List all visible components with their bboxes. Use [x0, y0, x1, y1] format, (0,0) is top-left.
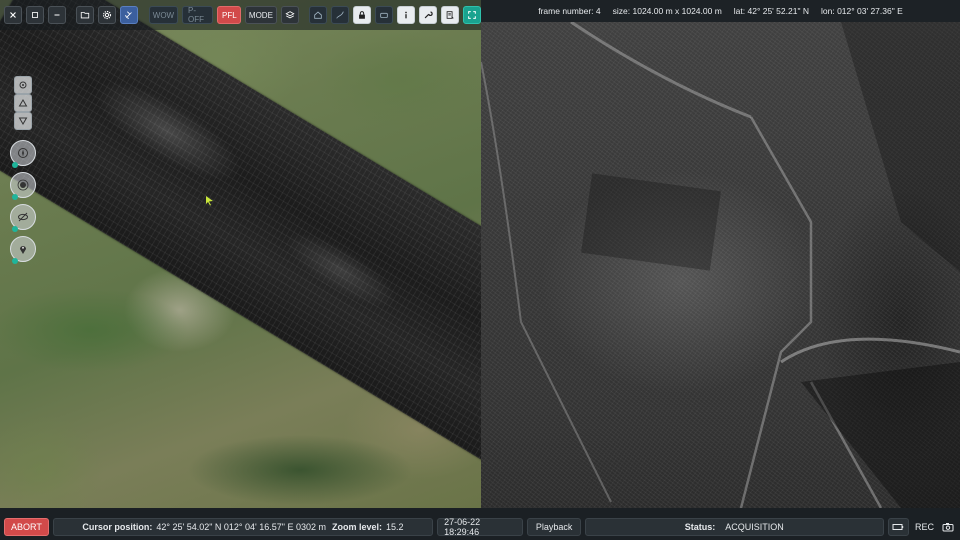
zoom-level-label: Zoom level:: [332, 522, 383, 532]
map-pin-icon: [20, 246, 26, 254]
sar-frame-info: frame number: 4 size: 1024.00 m x 1024.0…: [481, 0, 960, 22]
zoom-extent-button[interactable]: [14, 76, 32, 94]
layers-button[interactable]: [280, 6, 299, 24]
size-label: size:: [612, 6, 631, 16]
snapshot-button[interactable]: [940, 518, 956, 536]
location-target-icon: [17, 179, 29, 191]
center-status-dot: [12, 194, 18, 200]
info-icon: [405, 11, 407, 19]
triangle-up-icon: [18, 99, 28, 107]
zoom-level-value: 15.2: [386, 522, 404, 532]
fullscreen-icon: [468, 11, 476, 19]
overlay-status-dot: [12, 226, 18, 232]
route-icon: [336, 11, 344, 19]
zoom-out-button[interactable]: [14, 112, 32, 130]
pfl-button[interactable]: PFL: [217, 6, 242, 24]
close-icon: [10, 12, 16, 18]
camera-icon: [942, 523, 954, 532]
frame-number-label: frame number:: [538, 6, 594, 16]
report-icon: [446, 11, 454, 19]
zoom-in-button[interactable]: [14, 94, 32, 112]
home-icon: [314, 11, 322, 19]
frame-number-value: 4: [595, 6, 601, 16]
compass-icon: [18, 148, 28, 158]
status-label: Status:: [684, 522, 716, 532]
status-bar: ABORT Cursor position: 42° 25' 54.02" N …: [0, 514, 960, 540]
lon-value: 012° 03' 27.36" E: [837, 6, 903, 16]
window-icon: [32, 12, 38, 18]
gear-icon: [103, 10, 112, 20]
open-folder-button[interactable]: [76, 6, 95, 24]
size-value: 1024.00 m x 1024.00 m: [632, 6, 722, 16]
map-view[interactable]: WOW P-OFF PFL MODE: [0, 0, 481, 508]
close-button[interactable]: [4, 6, 22, 24]
p-off-button[interactable]: P-OFF: [182, 6, 214, 24]
cursor-position-label: Cursor position:: [82, 522, 153, 532]
main-toolbar: WOW P-OFF PFL MODE: [0, 0, 481, 30]
minimize-icon: [54, 14, 60, 16]
lat-label: lat:: [733, 6, 746, 16]
status-display: Status: ACQUISITION: [585, 518, 884, 536]
lat-value: 42° 25' 52.21" N: [747, 6, 809, 16]
route-button[interactable]: [331, 6, 350, 24]
battery-icon: [892, 524, 904, 530]
cursor-info: Cursor position: 42° 25' 54.02" N 012° 0…: [52, 518, 434, 536]
lock-button[interactable]: [353, 6, 372, 24]
battery-indicator: [887, 518, 909, 536]
satellite-button[interactable]: [120, 6, 139, 24]
folder-icon: [81, 12, 90, 19]
mode-button[interactable]: MODE: [245, 6, 277, 24]
sar-image-view[interactable]: frame number: 4 size: 1024.00 m x 1024.0…: [481, 0, 960, 508]
camera-icon: [380, 12, 388, 18]
sar-field-outlines: [481, 20, 960, 508]
camera-button[interactable]: [375, 6, 394, 24]
home-button[interactable]: [309, 6, 328, 24]
lock-icon: [359, 11, 365, 19]
sar-strip-overlay: [0, 0, 481, 461]
waypoint-status-dot: [12, 258, 18, 264]
cursor-marker-icon: [206, 196, 213, 206]
wow-button[interactable]: WOW: [148, 6, 179, 24]
lon-label: lon:: [820, 6, 835, 16]
info-button[interactable]: [397, 6, 416, 24]
maximize-button[interactable]: [26, 6, 44, 24]
satellite-icon: [125, 11, 133, 19]
minimize-button[interactable]: [48, 6, 66, 24]
datetime: 27-06-22 18:29:46: [437, 517, 524, 537]
triangle-down-icon: [18, 117, 28, 125]
layers-icon: [284, 11, 295, 19]
crosshair-icon: [19, 81, 27, 89]
abort-button[interactable]: ABORT: [4, 518, 49, 536]
status-value: ACQUISITION: [725, 522, 784, 532]
wrench-icon: [424, 11, 433, 19]
tools-button[interactable]: [419, 6, 438, 24]
rec-indicator[interactable]: REC: [913, 518, 936, 536]
cursor-position-value: 42° 25' 54.02" N 012° 04' 16.57" E 0302 …: [156, 522, 327, 532]
eye-off-icon: [18, 212, 28, 222]
sar-image: [481, 20, 960, 508]
settings-button[interactable]: [98, 6, 117, 24]
pan-status-dot: [12, 162, 18, 168]
playback-button[interactable]: Playback: [527, 518, 582, 536]
fullscreen-button[interactable]: [463, 6, 481, 24]
report-button[interactable]: [441, 6, 460, 24]
